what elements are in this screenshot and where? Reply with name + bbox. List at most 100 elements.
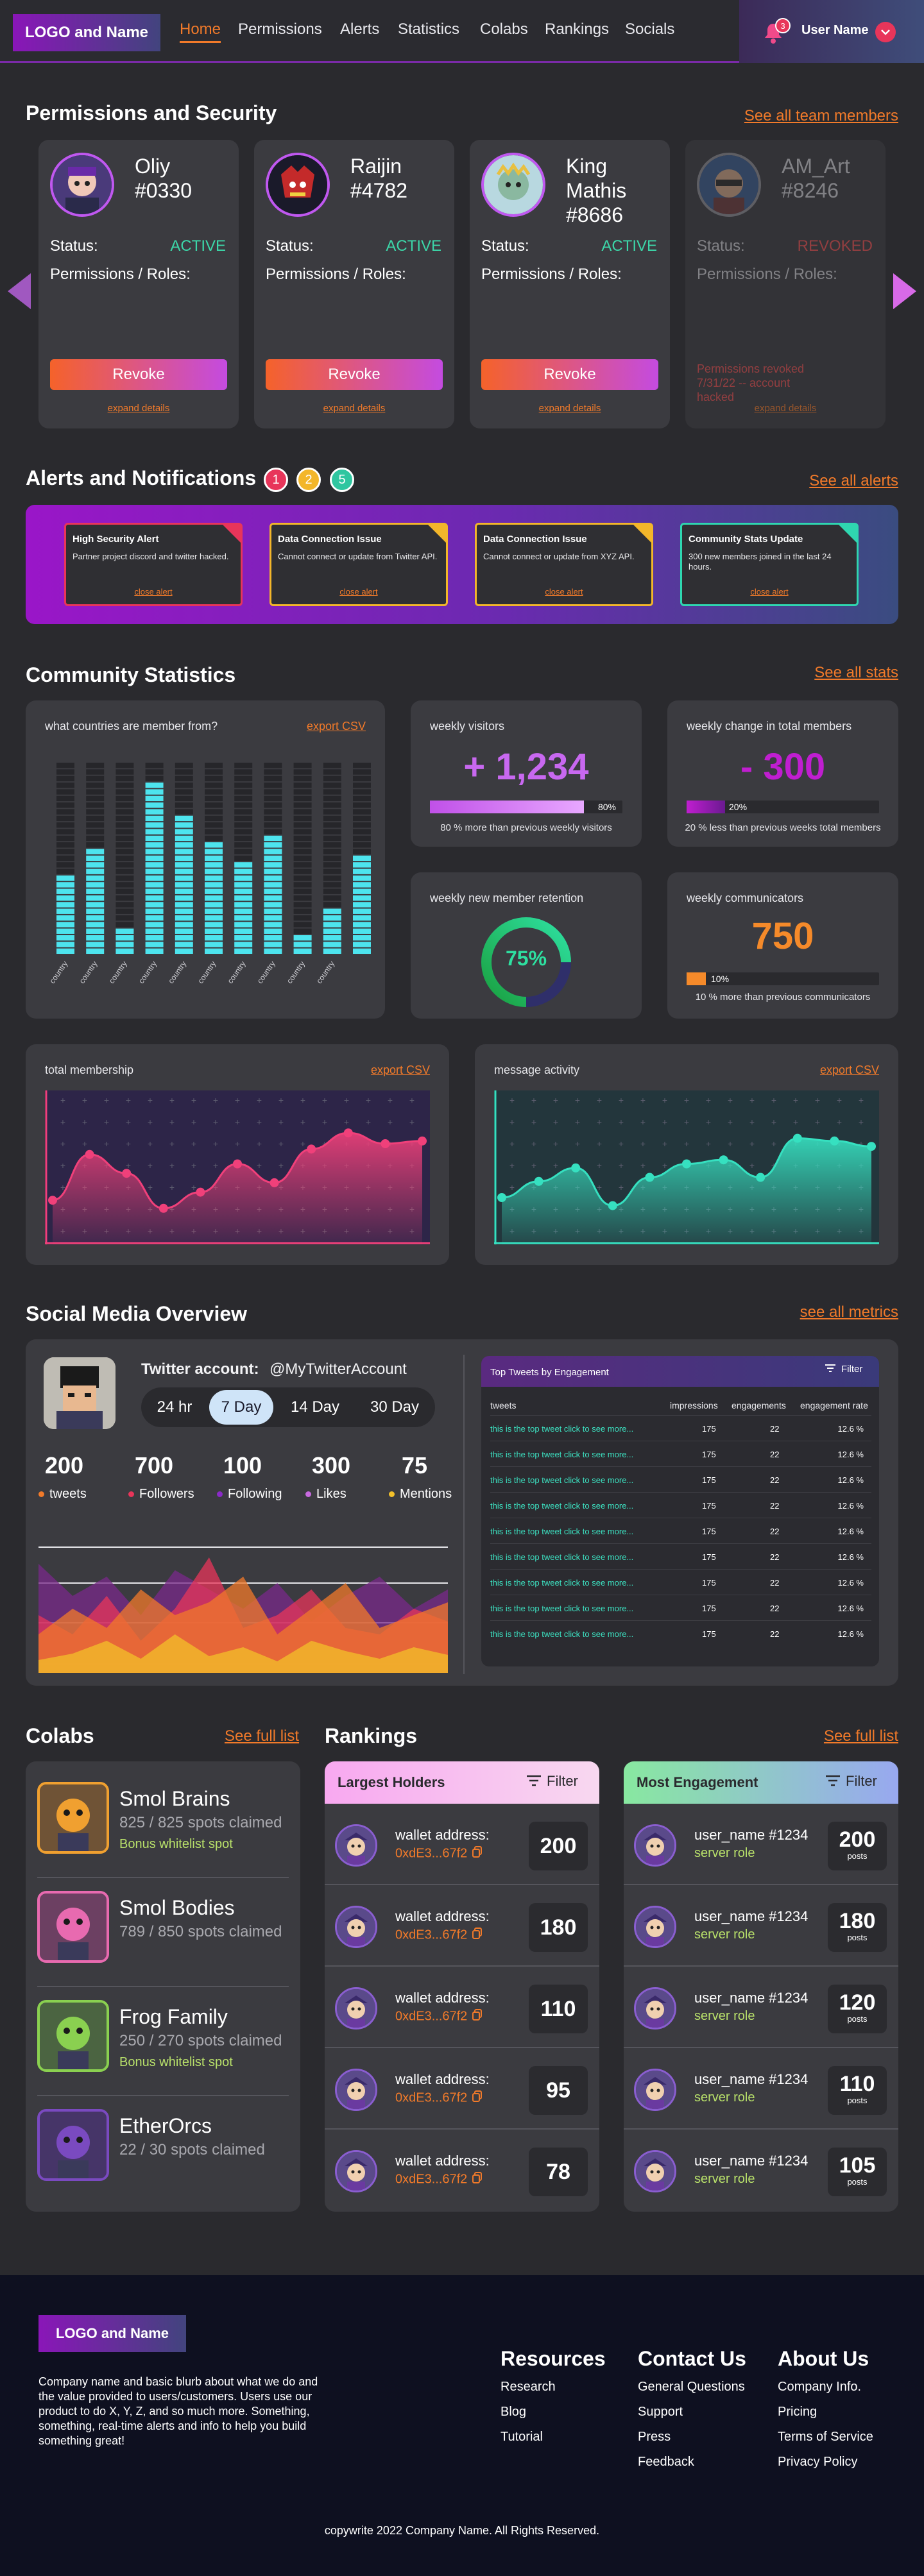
- engagement-row[interactable]: user_name #1234 server role 105 posts: [624, 2130, 898, 2211]
- copy-icon[interactable]: [472, 1928, 483, 1943]
- table-row[interactable]: this is the top tweet click to see more.…: [490, 1492, 871, 1518]
- colab-name[interactable]: EtherOrcs: [119, 2114, 212, 2138]
- footer-link-general[interactable]: General Questions: [638, 2380, 745, 2394]
- filter-button[interactable]: Filter: [825, 1773, 877, 1790]
- expand-details-link[interactable]: expand details: [254, 403, 454, 414]
- close-alert-link[interactable]: close alert: [682, 587, 857, 597]
- close-alert-link[interactable]: close alert: [271, 587, 446, 597]
- open-alert-icon[interactable]: [223, 525, 241, 543]
- carousel-prev-arrow-icon[interactable]: [8, 273, 31, 309]
- wallet-address[interactable]: 0xdE3...67f2: [395, 2172, 483, 2187]
- see-all-alerts-link[interactable]: See all alerts: [809, 472, 898, 490]
- filter-button[interactable]: Filter: [526, 1773, 578, 1790]
- footer-link-tutorial[interactable]: Tutorial: [501, 2430, 543, 2445]
- wallet-address[interactable]: 0xdE3...67f2: [395, 1846, 483, 1861]
- tweet-link[interactable]: this is the top tweet click to see more.…: [490, 1552, 633, 1562]
- footer-link-terms[interactable]: Terms of Service: [778, 2430, 873, 2445]
- table-row[interactable]: this is the top tweet click to see more.…: [490, 1518, 871, 1543]
- nav-socials[interactable]: Socials: [625, 21, 674, 38]
- table-row[interactable]: this is the top tweet click to see more.…: [490, 1415, 871, 1441]
- alert-count-badge[interactable]: 5: [330, 468, 354, 492]
- see-all-team-members-link[interactable]: See all team members: [744, 107, 898, 125]
- table-row[interactable]: this is the top tweet click to see more.…: [490, 1441, 871, 1466]
- wallet-address[interactable]: 0xdE3...67f2: [395, 2009, 483, 2024]
- holder-row[interactable]: wallet address: 0xdE3...67f2 110: [325, 1967, 599, 2048]
- open-alert-icon[interactable]: [428, 525, 446, 543]
- footer-link-pricing[interactable]: Pricing: [778, 2405, 817, 2419]
- holder-row[interactable]: wallet address: 0xdE3...67f2 78: [325, 2130, 599, 2211]
- close-alert-link[interactable]: close alert: [477, 587, 651, 597]
- footer-link-blog[interactable]: Blog: [501, 2405, 526, 2419]
- colab-name[interactable]: Smol Brains: [119, 1787, 230, 1811]
- open-alert-icon[interactable]: [839, 525, 857, 543]
- see-all-stats-link[interactable]: See all stats: [814, 664, 898, 682]
- colab-name[interactable]: Frog Family: [119, 2005, 228, 2029]
- nav-rankings[interactable]: Rankings: [545, 21, 609, 38]
- table-row[interactable]: this is the top tweet click to see more.…: [490, 1595, 871, 1620]
- footer-link-company[interactable]: Company Info.: [778, 2380, 861, 2394]
- revoke-button[interactable]: Revoke: [266, 359, 443, 390]
- user-menu[interactable]: 3 User Name: [739, 0, 924, 63]
- copy-icon[interactable]: [472, 2009, 483, 2024]
- table-row[interactable]: this is the top tweet click to see more.…: [490, 1620, 871, 1646]
- footer-link-feedback[interactable]: Feedback: [638, 2455, 694, 2470]
- tweet-link[interactable]: this is the top tweet click to see more.…: [490, 1578, 633, 1588]
- copy-icon[interactable]: [472, 1846, 483, 1861]
- logo[interactable]: LOGO and Name: [13, 14, 160, 51]
- tweet-link[interactable]: this is the top tweet click to see more.…: [490, 1527, 633, 1536]
- footer-link-research[interactable]: Research: [501, 2380, 556, 2394]
- range-14day[interactable]: 14 Day: [280, 1390, 350, 1425]
- engagement-row[interactable]: user_name #1234 server role 120 posts: [624, 1967, 898, 2048]
- tweet-link[interactable]: this is the top tweet click to see more.…: [490, 1604, 633, 1613]
- filter-button[interactable]: Filter: [825, 1364, 862, 1375]
- expand-details-link[interactable]: expand details: [685, 403, 886, 414]
- expand-details-link[interactable]: expand details: [38, 403, 239, 414]
- engagement-row[interactable]: user_name #1234 server role 110 posts: [624, 2048, 898, 2130]
- nav-colabs[interactable]: Colabs: [480, 21, 528, 38]
- carousel-next-arrow-icon[interactable]: [893, 273, 916, 309]
- nav-home[interactable]: Home: [180, 21, 221, 43]
- copy-icon[interactable]: [472, 2090, 483, 2106]
- footer-link-support[interactable]: Support: [638, 2405, 683, 2419]
- footer-link-privacy[interactable]: Privacy Policy: [778, 2455, 857, 2470]
- holder-row[interactable]: wallet address: 0xdE3...67f2 200: [325, 1804, 599, 1885]
- see-full-colabs-link[interactable]: See full list: [225, 1727, 299, 1745]
- range-24hr[interactable]: 24 hr: [145, 1390, 204, 1425]
- holder-row[interactable]: wallet address: 0xdE3...67f2 95: [325, 2048, 599, 2130]
- table-row[interactable]: this is the top tweet click to see more.…: [490, 1543, 871, 1569]
- revoke-button[interactable]: Revoke: [481, 359, 658, 390]
- bar-track-segment: [205, 802, 223, 808]
- tweet-link[interactable]: this is the top tweet click to see more.…: [490, 1424, 633, 1434]
- export-csv-link[interactable]: export CSV: [371, 1063, 430, 1077]
- wallet-address[interactable]: 0xdE3...67f2: [395, 2090, 483, 2106]
- open-alert-icon[interactable]: [633, 525, 651, 543]
- chevron-down-icon[interactable]: [875, 22, 896, 42]
- colab-name[interactable]: Smol Bodies: [119, 1896, 235, 1920]
- footer-link-press[interactable]: Press: [638, 2430, 671, 2445]
- engagement-row[interactable]: user_name #1234 server role 200 posts: [624, 1804, 898, 1885]
- nav-statistics[interactable]: Statistics: [398, 21, 459, 38]
- nav-alerts[interactable]: Alerts: [340, 21, 379, 38]
- revoke-button[interactable]: Revoke: [50, 359, 227, 390]
- tweet-link[interactable]: this is the top tweet click to see more.…: [490, 1475, 633, 1485]
- wallet-address[interactable]: 0xdE3...67f2: [395, 1928, 483, 1943]
- see-all-metrics-link[interactable]: see all metrics: [800, 1303, 898, 1321]
- see-full-rankings-link[interactable]: See full list: [824, 1727, 898, 1745]
- tweet-link[interactable]: this is the top tweet click to see more.…: [490, 1629, 633, 1639]
- copy-icon[interactable]: [472, 2172, 483, 2187]
- engagement-row[interactable]: user_name #1234 server role 180 posts: [624, 1885, 898, 1967]
- expand-details-link[interactable]: expand details: [470, 403, 670, 414]
- alert-count-badge[interactable]: 1: [264, 468, 288, 492]
- table-row[interactable]: this is the top tweet click to see more.…: [490, 1569, 871, 1595]
- nav-permissions[interactable]: Permissions: [238, 21, 322, 38]
- tweet-link[interactable]: this is the top tweet click to see more.…: [490, 1501, 633, 1511]
- tweet-link[interactable]: this is the top tweet click to see more.…: [490, 1450, 633, 1459]
- holder-row[interactable]: wallet address: 0xdE3...67f2 180: [325, 1885, 599, 1967]
- close-alert-link[interactable]: close alert: [66, 587, 241, 597]
- table-row[interactable]: this is the top tweet click to see more.…: [490, 1466, 871, 1492]
- footer-logo[interactable]: LOGO and Name: [38, 2315, 186, 2352]
- range-30day[interactable]: 30 Day: [359, 1390, 430, 1425]
- export-csv-link[interactable]: export CSV: [820, 1063, 879, 1077]
- alert-count-badge[interactable]: 2: [296, 468, 321, 492]
- range-7day[interactable]: 7 Day: [209, 1390, 273, 1425]
